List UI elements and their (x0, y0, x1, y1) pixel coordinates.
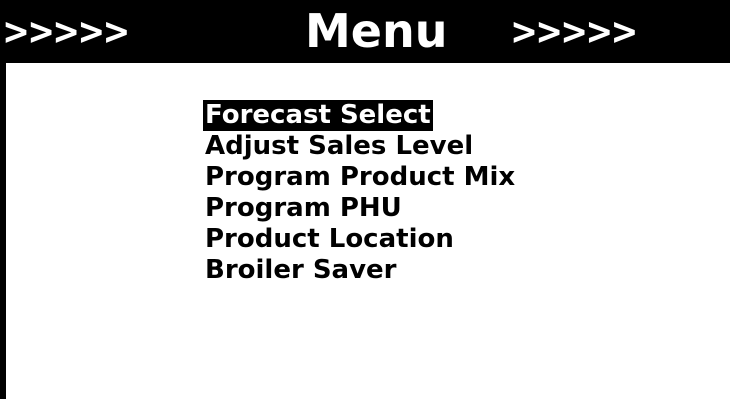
left-arrows: >>>>> (4, 9, 130, 55)
right-arrows: >>>>> (512, 9, 638, 55)
header-bar: >>>>> Menu >>>>> (0, 0, 730, 63)
menu-screen: >>>>> Menu >>>>> Forecast Select Adjust … (0, 0, 730, 399)
page-title: Menu (305, 4, 448, 58)
menu-item-program-phu[interactable]: Program PHU (203, 193, 517, 224)
menu-item-product-location[interactable]: Product Location (203, 224, 517, 255)
menu-list: Forecast Select Adjust Sales Level Progr… (203, 100, 517, 286)
menu-item-broiler-saver[interactable]: Broiler Saver (203, 255, 517, 286)
menu-item-adjust-sales-level[interactable]: Adjust Sales Level (203, 131, 517, 162)
menu-item-program-product-mix[interactable]: Program Product Mix (203, 162, 517, 193)
menu-item-forecast-select[interactable]: Forecast Select (203, 100, 433, 131)
